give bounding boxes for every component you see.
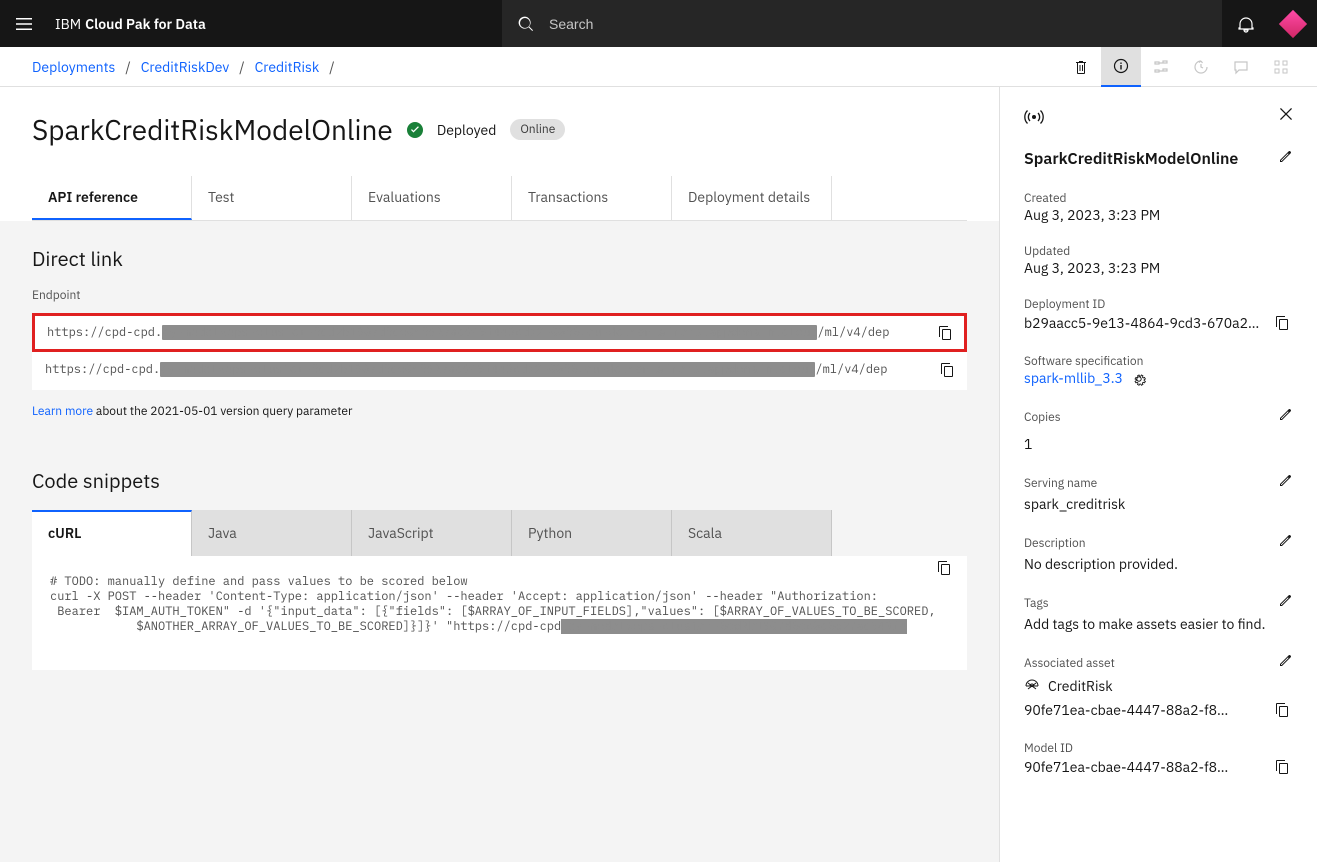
copies-label: Copies [1024,410,1061,425]
breadcrumb-space[interactable]: CreditRiskDev [141,58,230,76]
code-tab-python[interactable]: Python [512,510,672,556]
avatar[interactable] [1277,8,1309,40]
tab-api-reference[interactable]: API reference [32,176,192,220]
edit-title-button[interactable] [1277,149,1293,169]
endpoint-secondary: https://cpd-cpd.ey-modelxops-cluster-0cd… [32,349,967,390]
code-tab-javascript[interactable]: JavaScript [352,510,512,556]
copies-value: 1 [1024,435,1293,453]
search-icon [502,16,549,32]
flow-button[interactable] [1141,47,1181,87]
main-content: SparkCreditRiskModelOnline Deployed Onli… [0,87,999,862]
updated-label: Updated [1024,244,1293,259]
side-panel-title: SparkCreditRiskModelOnline [1024,149,1238,169]
code-tabs: cURL Java JavaScript Python Scala [32,510,967,556]
info-button[interactable] [1101,47,1141,87]
edit-associated-button[interactable] [1277,653,1293,673]
grid-button[interactable] [1261,47,1301,87]
search-input[interactable] [549,16,1222,32]
breadcrumb-separator: / [125,58,130,76]
endpoint-url-primary: https://cpd-cpd.ey-modelxops-cluster-0cd… [47,325,952,340]
model-icon [1024,678,1040,694]
edit-description-button[interactable] [1277,533,1293,553]
learn-more-link[interactable]: Learn more [32,404,93,419]
copy-endpoint-button[interactable] [936,359,958,381]
deployment-id-value: b29aacc5-9e13-4864-9cd3-670a2… [1024,314,1265,332]
tags-label: Tags [1024,596,1049,611]
model-id-label: Model ID [1024,741,1293,756]
associated-asset-id: 90fe71ea-cbae-4447-88a2-f8… [1024,701,1265,719]
breadcrumb-deployments[interactable]: Deployments [32,58,115,76]
breadcrumb: Deployments / CreditRiskDev / CreditRisk… [32,58,335,76]
associated-asset-name: CreditRisk [1048,677,1113,695]
delete-button[interactable] [1061,47,1101,87]
tab-evaluations[interactable]: Evaluations [352,176,512,220]
search-container [502,0,1222,47]
toolbar: Deployments / CreditRiskDev / CreditRisk… [0,47,1317,87]
tab-deployment-details[interactable]: Deployment details [672,176,832,220]
associated-asset-label: Associated asset [1024,656,1115,671]
toolbar-actions [1061,47,1301,87]
broadcast-icon [1024,107,1044,131]
description-value: No description provided. [1024,555,1293,573]
menu-button[interactable] [0,0,47,47]
tags-value: Add tags to make assets easier to find. [1024,615,1293,633]
copy-endpoint-button[interactable] [934,322,956,344]
global-header: IBM Cloud Pak for Data [0,0,1317,47]
code-tab-scala[interactable]: Scala [672,510,832,556]
model-id-value: 90fe71ea-cbae-4447-88a2-f8… [1024,758,1265,776]
page-title-row: SparkCreditRiskModelOnline Deployed Onli… [32,111,967,148]
copy-deployment-id-button[interactable] [1271,312,1293,334]
copy-associated-id-button[interactable] [1271,699,1293,721]
code-tab-curl[interactable]: cURL [32,510,192,556]
updated-value: Aug 3, 2023, 3:23 PM [1024,259,1293,277]
direct-link-heading: Direct link [32,245,967,272]
page-title: SparkCreditRiskModelOnline [32,111,393,148]
status-badge: Online [510,119,565,140]
status-check-icon [407,122,423,138]
status-text: Deployed [437,121,497,139]
close-panel-button[interactable] [1279,107,1293,125]
learn-more-text: Learn more about the 2021-05-01 version … [32,404,967,419]
brand-prefix: IBM [55,15,81,33]
gear-icon[interactable] [1132,372,1146,386]
serving-value: spark_creditrisk [1024,495,1293,513]
edit-serving-button[interactable] [1277,473,1293,493]
history-button[interactable] [1181,47,1221,87]
software-spec-label: Software specification [1024,354,1293,369]
copy-model-id-button[interactable] [1271,756,1293,778]
serving-label: Serving name [1024,476,1097,491]
code-block: # TODO: manually define and pass values … [32,556,967,670]
created-label: Created [1024,191,1293,206]
info-side-panel: SparkCreditRiskModelOnline Created Aug 3… [999,87,1317,862]
breadcrumb-asset[interactable]: CreditRisk [255,58,320,76]
endpoint-label: Endpoint [32,288,967,303]
code-snippets-heading: Code snippets [32,467,967,494]
brand: IBM Cloud Pak for Data [47,15,206,33]
copy-code-button[interactable] [933,557,955,579]
description-label: Description [1024,536,1086,551]
brand-name: Cloud Pak for Data [85,15,206,33]
main-tabs: API reference Test Evaluations Transacti… [32,176,967,221]
breadcrumb-separator: / [239,58,244,76]
edit-tags-button[interactable] [1277,593,1293,613]
tab-transactions[interactable]: Transactions [512,176,672,220]
code-tab-java[interactable]: Java [192,510,352,556]
edit-copies-button[interactable] [1277,407,1293,427]
chat-button[interactable] [1221,47,1261,87]
endpoint-url-secondary: https://cpd-cpd.ey-modelxops-cluster-0cd… [45,362,954,377]
created-value: Aug 3, 2023, 3:23 PM [1024,206,1293,224]
header-actions [1222,0,1317,47]
notifications-button[interactable] [1222,0,1269,47]
software-spec-link[interactable]: spark-mllib_3.3 [1024,369,1123,387]
breadcrumb-separator: / [329,58,334,76]
deployment-id-label: Deployment ID [1024,297,1293,312]
endpoint-primary: https://cpd-cpd.ey-modelxops-cluster-0cd… [32,313,967,352]
tab-test[interactable]: Test [192,176,352,220]
